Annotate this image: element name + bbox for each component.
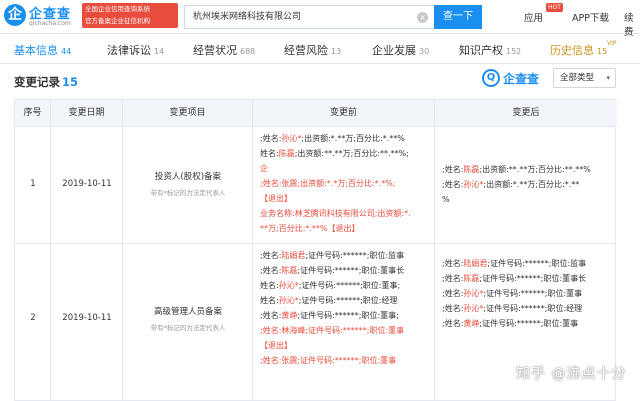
tab-operation[interactable]: 经营状况 688 [193, 42, 255, 58]
slogan-line-1: 全国企业信用查询系统 [85, 5, 150, 13]
search-button[interactable]: 查一下 [434, 5, 482, 29]
col-header-after: 变更后 [435, 100, 617, 126]
nav-continue[interactable]: 续费 [624, 10, 640, 38]
row-item: 投资人(股权)备案 [154, 172, 222, 182]
row-item-note: 带有*标记的为法定代表人 [150, 324, 226, 332]
col-header-before: 变更前 [253, 100, 435, 126]
row-date: 2019-10-11 [62, 179, 112, 189]
col-header-date: 变更日期 [51, 100, 123, 126]
slogan-badge: 全国企业信用查询系统 官方备案企业征信机构 [82, 3, 178, 28]
tab-risk[interactable]: 经营风险 13 [284, 42, 341, 58]
row-before: ;姓名:孙沁*;出资额:*.**万;百分比:*.**% 姓名:陈磊;出资额:**… [260, 134, 411, 233]
page-root: 企 企查查 qichacha.com 全国企业信用查询系统 官方备案企业征信机构… [0, 0, 640, 401]
logo-domain: qichacha.com [29, 20, 71, 27]
nav-apply[interactable]: 应用 [524, 10, 543, 24]
tab-ip[interactable]: 知识产权 152 [459, 42, 521, 58]
hot-badge: HOT [546, 3, 563, 12]
nav-app-download[interactable]: APP下载 [572, 10, 609, 24]
row-before: ;姓名:陆娟君;证件号码:******;职位:监事 ;姓名:陈磊;证件号码:**… [260, 251, 405, 365]
tab-development[interactable]: 企业发展 30 [372, 42, 429, 58]
zhihu-watermark: 知乎 @沸点十分 [516, 366, 627, 382]
row-after: ;姓名:陆娟君;证件号码:******;职位:监事 ;姓名:陈磊;证件号码:**… [442, 259, 587, 328]
row-index: 2 [30, 313, 36, 323]
tab-history[interactable]: 历史信息 15 [550, 42, 607, 58]
logo-icon: 企 [4, 4, 26, 26]
search-input[interactable]: 杭州埃米网络科技有限公司 × [184, 5, 434, 29]
slogan-line-2: 官方备案企业征信机构 [85, 17, 150, 25]
tab-bar: 基本信息 44 法律诉讼 14 经营状况 688 经营风险 13 企业发展 30 知识产权… [0, 38, 640, 64]
row-after: ;姓名:陈磊;出资额:**.**万;百分比:**.**% ;姓名:孙沁*;出资额… [442, 165, 591, 204]
tab-basic-info[interactable]: 基本信息 44 [14, 42, 71, 58]
tab-legal[interactable]: 法律诉讼 14 [107, 42, 164, 58]
qichacha-logo[interactable]: 企 企查查 qichacha.com [4, 3, 84, 31]
row-date: 2019-10-11 [62, 313, 112, 323]
row-item-note: 带有*标记的为法定代表人 [150, 189, 226, 197]
type-filter-select[interactable]: 全部类型 ▾ [553, 68, 616, 88]
row-item: 高级管理人员备案 [153, 307, 222, 317]
row-index: 1 [30, 179, 36, 189]
chevron-down-icon: ▾ [606, 74, 610, 82]
col-header-item: 变更项目 [123, 100, 253, 126]
watermark-logo: Q 企查查 [482, 67, 550, 89]
section-count: 15 [62, 75, 79, 89]
vip-badge: VIP [607, 40, 617, 47]
clear-icon[interactable]: × [417, 12, 428, 23]
change-record-table: 序号 变更日期 变更项目 变更前 变更后 1 2019-10-11 投资人(股权… [14, 99, 617, 401]
watermark-logo-icon: Q [482, 69, 500, 87]
section-title: 变更记录 15 [14, 75, 79, 89]
search-input-value: 杭州埃米网络科技有限公司 [193, 12, 302, 22]
top-bar: 企 企查查 qichacha.com 全国企业信用查询系统 官方备案企业征信机构… [0, 0, 640, 38]
col-header-index: 序号 [15, 100, 51, 126]
